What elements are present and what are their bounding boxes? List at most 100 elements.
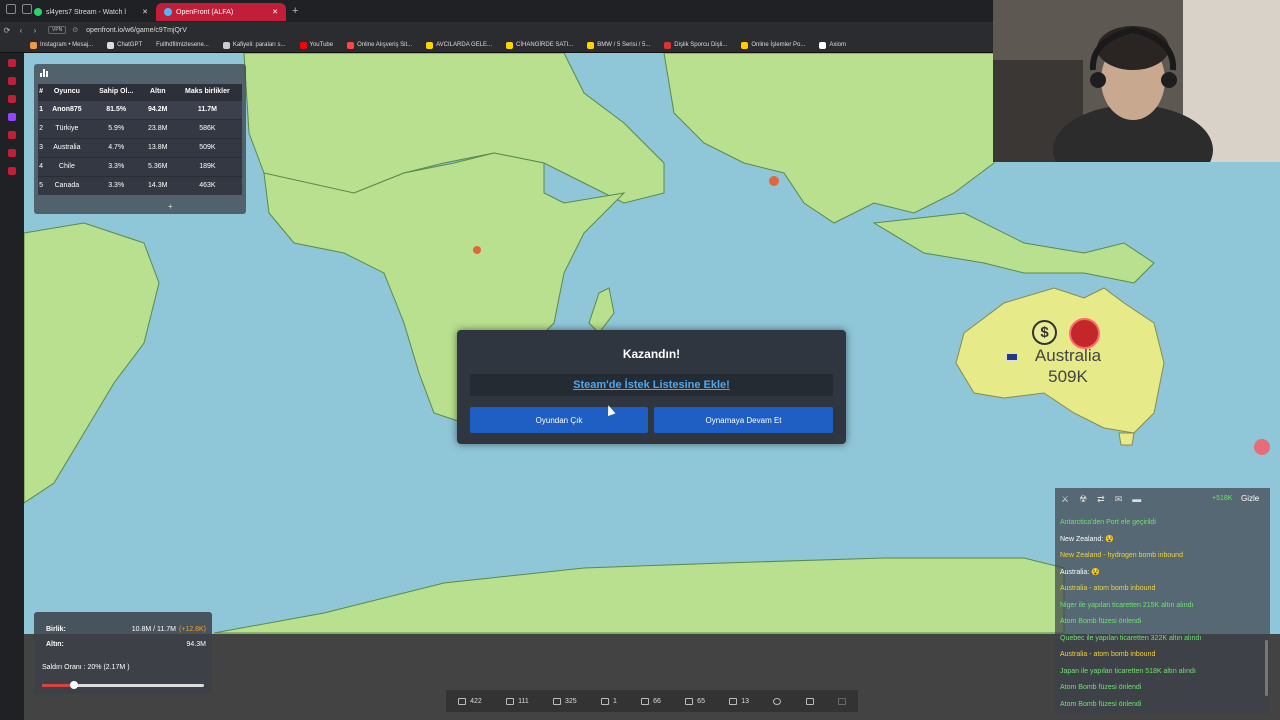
new-tab-icon[interactable]: +	[292, 5, 298, 17]
sidebar-app-icon[interactable]	[8, 167, 16, 175]
troops-value: 10.8M / 11.7M (+12.8K)	[131, 626, 206, 633]
col-header[interactable]: Oyuncu	[44, 84, 90, 100]
forward-icon[interactable]: ›	[28, 26, 42, 35]
sidebar-app-icon[interactable]	[8, 113, 16, 121]
list-item: Australia - atom bomb inbound	[1060, 585, 1156, 592]
nuke-icon	[773, 697, 782, 705]
close-tab-icon[interactable]: ✕	[272, 8, 278, 16]
table-row[interactable]: 3 Australia 4.7% 13.8M 509K	[38, 137, 242, 157]
defense-counter[interactable]: 1	[600, 697, 617, 705]
table-row[interactable]: 1 Anon875 81.5% 94.2M 11.7M	[38, 99, 242, 119]
list-item: Atom Bomb füzesi önlendi	[1060, 684, 1142, 691]
mirv-counter[interactable]	[837, 697, 846, 705]
nuke-counter[interactable]	[773, 697, 782, 705]
nuke-filter-icon[interactable]: ☢	[1079, 494, 1087, 505]
ship-counter[interactable]: 13	[729, 697, 749, 705]
player-stats-panel: Birlik: 10.8M / 11.7M (+12.8K) Altın: 94.…	[34, 612, 212, 694]
screen: sl4yers7 Stream - Watch l ✕ OpenFront (A…	[0, 0, 1280, 720]
list-item: Niger ile yapılan ticaretten 215K altın …	[1060, 601, 1194, 609]
close-tab-icon[interactable]: ✕	[142, 8, 148, 16]
bookmark-favicon-icon	[347, 41, 355, 49]
vpn-badge[interactable]: VPN	[48, 26, 67, 34]
hydrogen-counter[interactable]	[805, 697, 814, 705]
missile-icon	[641, 697, 650, 705]
events-scrollbar[interactable]	[1265, 640, 1268, 696]
slider-thumb[interactable]	[70, 681, 79, 689]
sidebar-app-icon[interactable]	[8, 77, 16, 85]
kick-favicon-icon	[34, 8, 42, 16]
browser-tab-active[interactable]: OpenFront (ALFA) ✕	[156, 3, 286, 21]
chat-filter-icon[interactable]: ▬	[1132, 494, 1141, 505]
globe-favicon-icon	[164, 8, 172, 16]
dollar-icon: $	[1032, 320, 1057, 345]
bookmark-item[interactable]: Fullhdfilmizlesene...	[156, 42, 209, 48]
sam-icon	[685, 697, 694, 705]
trade-filter-icon[interactable]: ⇄	[1097, 494, 1105, 505]
madagascar-land	[588, 287, 615, 334]
bookmark-favicon-icon	[741, 41, 749, 49]
build-counters-bar: 422 111 325 1 66 65 13	[446, 690, 858, 712]
alliance-filter-icon[interactable]: ✉	[1115, 494, 1123, 505]
city-counter[interactable]: 422	[458, 697, 482, 705]
bookmark-item[interactable]: CİHANGİRDE SATI...	[506, 41, 573, 49]
bookmark-item[interactable]: Online Alışveriş Sit...	[347, 41, 412, 49]
refresh-icon[interactable]: ⟳	[0, 26, 14, 35]
troops-row: Birlik: 10.8M / 11.7M (+12.8K)	[46, 626, 206, 633]
hide-events-button[interactable]: Gizle	[1241, 494, 1259, 503]
sam-counter[interactable]: 65	[685, 697, 705, 705]
steam-wishlist-link[interactable]: Steam'de İstek Listesine Ekle!	[573, 379, 730, 391]
bookmark-item[interactable]: Axiom	[819, 41, 846, 49]
factory-icon	[506, 697, 515, 705]
col-header[interactable]: Maks birlikler	[172, 84, 242, 100]
bookmark-item[interactable]: YouTube	[299, 41, 333, 49]
expand-leaderboard-button[interactable]: +	[168, 202, 173, 211]
ship-icon	[729, 697, 738, 705]
australia-map-label: Australia 509K	[1008, 345, 1128, 387]
quit-game-button[interactable]: Oyundan Çık	[470, 407, 648, 433]
browser-tab[interactable]: sl4yers7 Stream - Watch l ✕	[26, 3, 156, 21]
col-header[interactable]: Sahip Ol...	[89, 84, 143, 100]
sidebar-app-icon[interactable]	[8, 59, 16, 67]
leaderboard-chart-icon[interactable]	[40, 69, 49, 77]
bookmark-item[interactable]: Instagram • Mesaj...	[30, 41, 93, 49]
fallout-marker	[769, 176, 779, 186]
events-list: Antarctica'den Port ele geçirildi New Ze…	[1060, 518, 1266, 716]
tab-label: sl4yers7 Stream - Watch l	[46, 8, 126, 16]
browser-sidebar	[0, 53, 24, 720]
attack-ratio-slider[interactable]	[42, 681, 204, 689]
continue-playing-button[interactable]: Oynamaya Devam Et	[654, 407, 833, 433]
port-counter[interactable]: 325	[552, 697, 577, 705]
sword-filter-icon[interactable]: ⚔	[1061, 494, 1069, 505]
bookmark-item[interactable]: AVCILARDA GELE...	[426, 41, 492, 49]
south-america-land	[24, 222, 160, 504]
gold-value: 94.3M	[186, 641, 206, 648]
antarctica-land	[213, 557, 1065, 634]
bookmark-item[interactable]: BMW / 5 Serisi / 5...	[587, 41, 650, 49]
country-name: Australia	[1034, 346, 1102, 365]
missile-counter[interactable]: 66	[641, 697, 661, 705]
bookmark-favicon-icon	[506, 41, 514, 49]
list-item: Atom Bomb füzesi önlendi	[1060, 700, 1142, 708]
back-icon[interactable]: ‹	[14, 26, 28, 35]
bookmark-item[interactable]: ChatGPT	[107, 41, 142, 49]
table-row[interactable]: 4 Chile 3.3% 5.36M 189K	[38, 156, 242, 176]
url-field[interactable]: openfront.io/w6/game/c9TmjQrV	[86, 27, 187, 34]
tab-label: OpenFront (ALFA)	[176, 8, 234, 16]
sidebar-app-icon[interactable]	[8, 149, 16, 157]
factory-counter[interactable]: 111	[506, 697, 529, 705]
anchor-icon	[552, 697, 561, 705]
bookmark-item[interactable]: Dişlik Sporcu Dişli...	[664, 41, 727, 49]
bookmark-favicon-icon	[426, 41, 434, 49]
bookmark-item[interactable]: Online İşlemler Po...	[741, 41, 805, 49]
col-header[interactable]: Altın	[142, 84, 173, 100]
site-info-icon[interactable]: ⊙	[72, 26, 78, 34]
table-row[interactable]: 2 Türkiye 5.9% 23.8M 586K	[38, 118, 242, 138]
webcam-overlay	[993, 0, 1280, 162]
list-item: Australia - atom bomb inbound	[1060, 651, 1156, 658]
table-row[interactable]: 5 Canada 3.3% 14.3M 463K	[38, 175, 242, 195]
sidebar-app-icon[interactable]	[8, 131, 16, 139]
instagram-icon	[30, 41, 37, 49]
sidebar-app-icon[interactable]	[8, 95, 16, 103]
bookmark-item[interactable]: Kafiyeli: paraları s...	[222, 41, 286, 49]
leaderboard-panel: # Oyuncu Sahip Ol... Altın Maks birlikle…	[34, 64, 246, 214]
